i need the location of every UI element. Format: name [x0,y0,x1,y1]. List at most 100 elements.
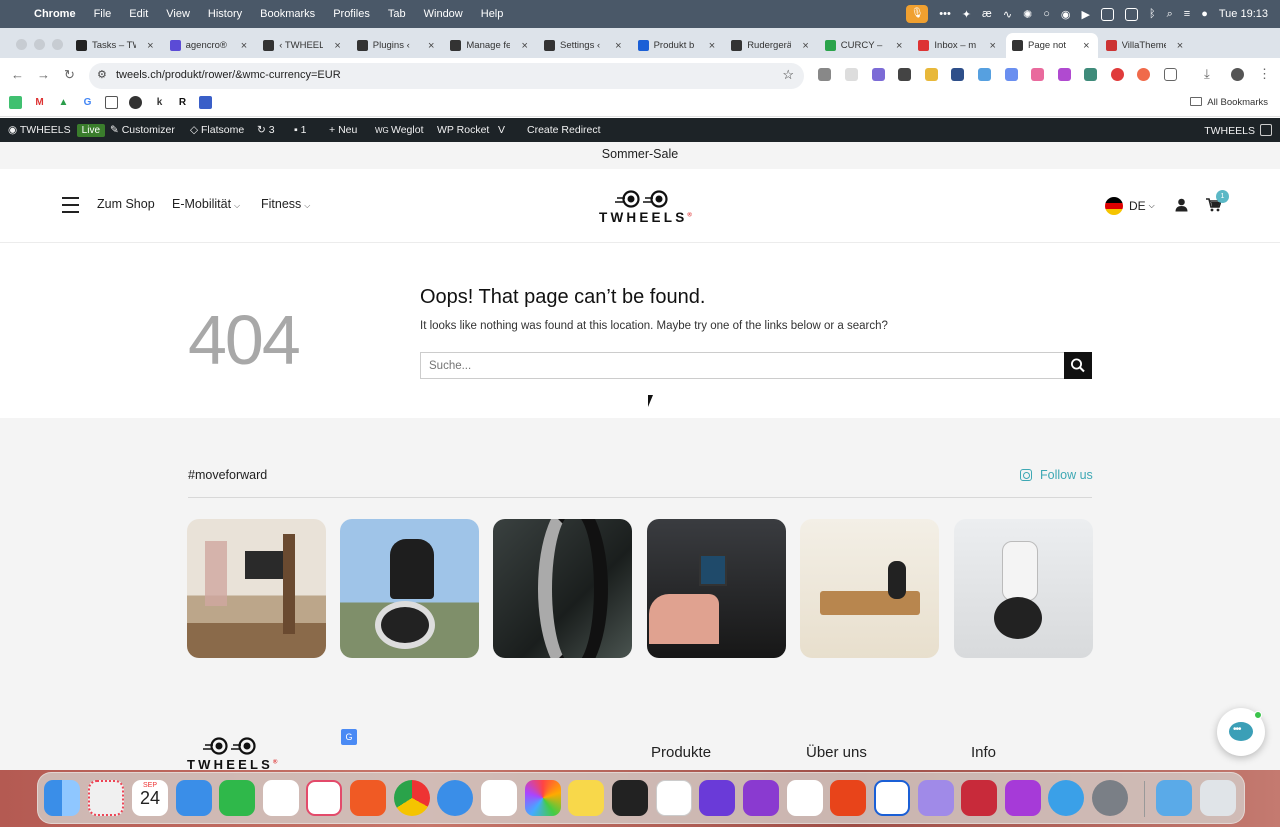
system-settings-icon[interactable] [1092,780,1128,816]
menu-file[interactable]: File [94,8,112,20]
trash-icon[interactable] [1200,780,1236,816]
menu-history[interactable]: History [208,8,242,20]
extension-icon[interactable] [818,68,831,81]
extension-icon[interactable] [1058,68,1071,81]
chrome-icon[interactable] [394,780,430,816]
menu-app-name[interactable]: Chrome [34,8,76,20]
wp-rocket-icon[interactable]: V [498,124,505,136]
wp-site-name[interactable]: ◉ TWHEELS Live [8,124,106,137]
drive-icon[interactable]: ▲ [57,96,70,109]
more-icon[interactable]: ••• [939,8,951,20]
launchpad-icon[interactable] [88,780,124,816]
bookmark-icon[interactable] [105,96,118,109]
site-info-icon[interactable]: ⚙ [97,68,107,81]
extension-icon[interactable] [1084,68,1097,81]
asana-icon[interactable] [306,780,342,816]
instagram-photo[interactable] [800,519,939,658]
menu-view[interactable]: View [166,8,190,20]
wp-rocket[interactable]: WP Rocket [437,124,489,136]
mail-icon[interactable] [176,780,212,816]
circle-icon[interactable]: ○ [1043,8,1050,20]
footer-logo[interactable]: TWHEELS® [186,736,286,772]
sale-banner[interactable]: Sommer-Sale [0,142,1280,169]
ai-app-icon[interactable] [743,780,779,816]
address-bar[interactable]: ⚙ tweels.ch/produkt/rower/&wmc-currency=… [89,63,804,89]
bookmark-icon[interactable] [199,96,212,109]
slack-icon[interactable] [263,780,299,816]
close-tab-icon[interactable]: × [241,40,247,52]
wp-flatsome[interactable]: ◇ Flatsome [190,124,244,136]
browser-tab[interactable]: VillaTheme × [1100,33,1192,58]
download-icon[interactable]: ⤓ [1204,66,1210,82]
bluetooth-icon[interactable]: ᛒ [1149,8,1156,20]
browser-tab[interactable]: Produkt b × [632,33,724,58]
extension-icon[interactable] [845,68,858,81]
app-icon[interactable] [830,780,866,816]
url-text[interactable]: tweels.ch/produkt/rower/&wmc-currency=EU… [116,69,341,81]
browser-tab[interactable]: CURCY – × [819,33,911,58]
language-switcher[interactable]: DE ⌵ [1105,197,1155,215]
extension-icon[interactable] [898,68,911,81]
wp-updates[interactable]: ↻ 3 [257,124,275,136]
close-tab-icon[interactable]: × [334,40,340,52]
close-tab-icon[interactable]: × [522,40,528,52]
search-button[interactable] [1064,352,1092,379]
browser-tab[interactable]: Plugins ‹ × [351,33,443,58]
bookmark-icon[interactable]: k [153,96,166,109]
finder-icon[interactable] [44,780,80,816]
app-icon[interactable] [961,780,997,816]
extension-icon[interactable] [978,68,991,81]
browser-tab[interactable]: Manage fe × [444,33,536,58]
profile-icon[interactable] [1231,68,1244,81]
record-icon[interactable] [1111,68,1124,81]
chatgpt-icon[interactable] [656,780,692,816]
close-tab-icon[interactable]: × [896,40,902,52]
wp-comments[interactable]: ▪ 1 [294,124,306,136]
translate-icon[interactable]: G [341,729,357,745]
nav-fitness[interactable]: Fitness ⌵ [261,197,310,211]
status-icon[interactable]: ✦ [962,8,971,21]
downloads-folder-icon[interactable] [1156,780,1192,816]
browser-tab[interactable]: Rudergerät × [725,33,817,58]
extension-icon[interactable] [951,68,964,81]
close-tab-icon[interactable]: × [1083,40,1089,52]
menu-window[interactable]: Window [424,8,463,20]
wp-account[interactable]: TWHEELS [1204,124,1272,137]
nav-zum-shop[interactable]: Zum Shop [97,197,155,211]
instagram-photo[interactable] [647,519,786,658]
close-tab-icon[interactable]: × [147,40,153,52]
control-center-icon[interactable]: ≡ [1184,8,1190,20]
app-icon[interactable] [787,780,823,816]
window-controls[interactable] [16,39,63,50]
calendar-icon[interactable] [1125,7,1138,21]
gmail-icon[interactable]: M [33,96,46,109]
calendar-icon[interactable]: SEP 24 [132,780,168,816]
bookmark-icon[interactable]: R [176,96,189,109]
close-tab-icon[interactable]: × [615,40,621,52]
reload-icon[interactable]: ↻ [64,67,75,83]
brave-icon[interactable] [350,780,386,816]
back-icon[interactable]: ← [11,67,24,82]
microphone-icon[interactable]: 🎙 [906,5,929,23]
instagram-photo[interactable] [493,519,632,658]
instagram-photo[interactable] [187,519,326,658]
extension-icon[interactable] [872,68,885,81]
follow-us-link[interactable]: Follow us [1020,468,1093,482]
puzzle-icon[interactable] [1164,68,1177,81]
siri-icon[interactable]: ● [1201,8,1208,20]
app-icon[interactable] [1101,7,1114,21]
app-icon[interactable] [1048,780,1084,816]
bookmark-icon[interactable] [9,96,22,109]
clock[interactable]: Tue 19:13 [1219,8,1268,20]
setapp-icon[interactable] [1005,780,1041,816]
extension-icon[interactable] [1031,68,1044,81]
browser-tab[interactable]: Tasks – TW × [70,33,162,58]
account-icon[interactable] [1175,198,1188,212]
browser-tab[interactable]: ‹ TWHEELS × [257,33,349,58]
browser-tab[interactable]: Page not × [1006,33,1098,58]
instagram-photo[interactable] [954,519,1093,658]
menu-profiles[interactable]: Profiles [333,8,370,20]
close-tab-icon[interactable]: × [1177,40,1183,52]
messages-icon[interactable] [219,780,255,816]
nav-e-mobilitaet[interactable]: E-Mobilität ⌵ [172,197,240,211]
